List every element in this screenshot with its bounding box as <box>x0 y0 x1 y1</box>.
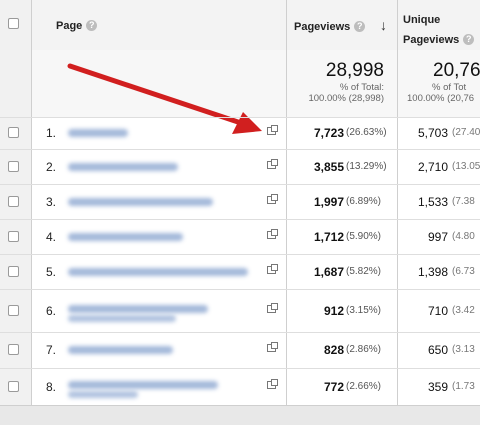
row-divider <box>0 184 480 185</box>
analytics-table: Page? Pageviews? ↓ Unique Pageviews? 28,… <box>0 0 480 405</box>
row-divider <box>0 254 480 255</box>
row-divider <box>0 289 480 290</box>
row-divider <box>0 332 480 333</box>
row-divider <box>0 149 480 150</box>
row-divider <box>0 117 480 118</box>
bottom-bar <box>0 405 480 425</box>
row-divider <box>0 368 480 369</box>
red-arrow-annotation <box>67 63 262 134</box>
row-divider <box>0 219 480 220</box>
